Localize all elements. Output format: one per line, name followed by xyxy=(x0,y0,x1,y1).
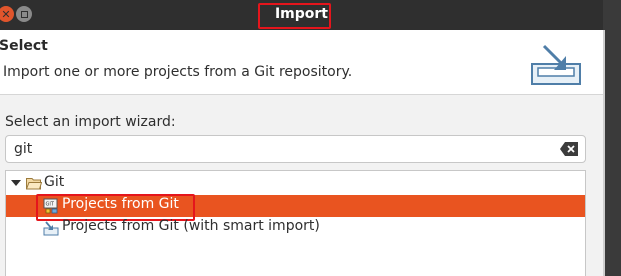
clear-text-icon[interactable] xyxy=(560,142,578,156)
wizard-label: Select an import wizard: xyxy=(5,114,176,130)
background-window-border xyxy=(603,30,605,276)
filter-input[interactable] xyxy=(14,139,544,159)
filter-field[interactable] xyxy=(5,135,586,163)
wizard-tree: Git GIT Projects from Git Projects from … xyxy=(5,170,586,276)
expand-arrow-icon[interactable] xyxy=(11,180,21,186)
tree-item-label: Projects from Git (with smart import) xyxy=(62,218,320,234)
tree-item-projects-from-git[interactable]: GIT Projects from Git xyxy=(6,194,585,221)
tree-category-git[interactable]: Git xyxy=(6,173,585,195)
smart-import-icon xyxy=(43,221,59,236)
background-window-edge xyxy=(603,0,621,276)
folder-open-icon xyxy=(26,178,42,190)
import-wizard-icon xyxy=(531,44,581,85)
tree-item-projects-from-git-smart-import[interactable]: Projects from Git (with smart import) xyxy=(6,217,585,239)
title-annotation-box xyxy=(258,3,331,29)
title-bar: ✕ Import xyxy=(0,0,603,30)
page-description: Import one or more projects from a Git r… xyxy=(3,64,353,80)
dialog-body: Select an import wizard: Git GIT Proje xyxy=(0,95,603,276)
page-title: Select xyxy=(0,38,48,54)
dialog-header: Select Import one or more projects from … xyxy=(0,30,603,95)
tree-category-label: Git xyxy=(44,174,65,190)
